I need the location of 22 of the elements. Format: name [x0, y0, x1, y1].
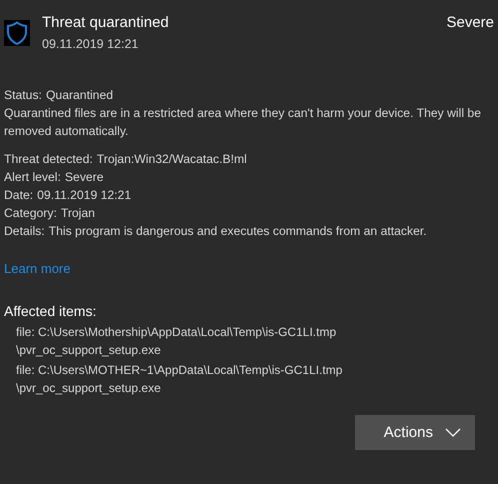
detail-label: Details:	[4, 223, 45, 240]
status-label: Status:	[4, 87, 42, 104]
detail-label: Category:	[4, 205, 57, 222]
learn-more-link[interactable]: Learn more	[4, 260, 70, 278]
detail-value: Trojan:Win32/Wacatac.B!ml	[96, 151, 247, 168]
detail-label: Threat detected:	[4, 151, 93, 168]
affected-items-heading: Affected items:	[4, 302, 98, 321]
detail-label: Alert level:	[4, 169, 61, 186]
detail-value: Trojan	[60, 205, 95, 222]
status-description: Quarantined files are in a restricted area where they can't harm your device. They will be removed automatically.	[4, 105, 482, 140]
detail-label: Date:	[4, 187, 34, 204]
shield-icon	[4, 20, 30, 46]
chevron-down-icon	[445, 428, 461, 437]
status-value: Quarantined	[46, 87, 114, 104]
alert-title: Threat quarantined	[42, 13, 170, 32]
actions-button[interactable]: Actions	[355, 415, 475, 450]
detail-value: Severe	[64, 169, 104, 186]
file-path: file: C:\Users\MOTHER~1\AppData\Local\Temp\is-GC1LI.tmp \pvr_oc_support_setup.exe	[16, 362, 342, 397]
detail-value: 09.11.2019 12:21	[37, 187, 132, 204]
detail-value: This program is dangerous and executes commands from an attacker.	[48, 223, 427, 240]
alert-date: 09.11.2019 12:21	[42, 37, 140, 51]
severity-label: Severe	[446, 13, 494, 32]
